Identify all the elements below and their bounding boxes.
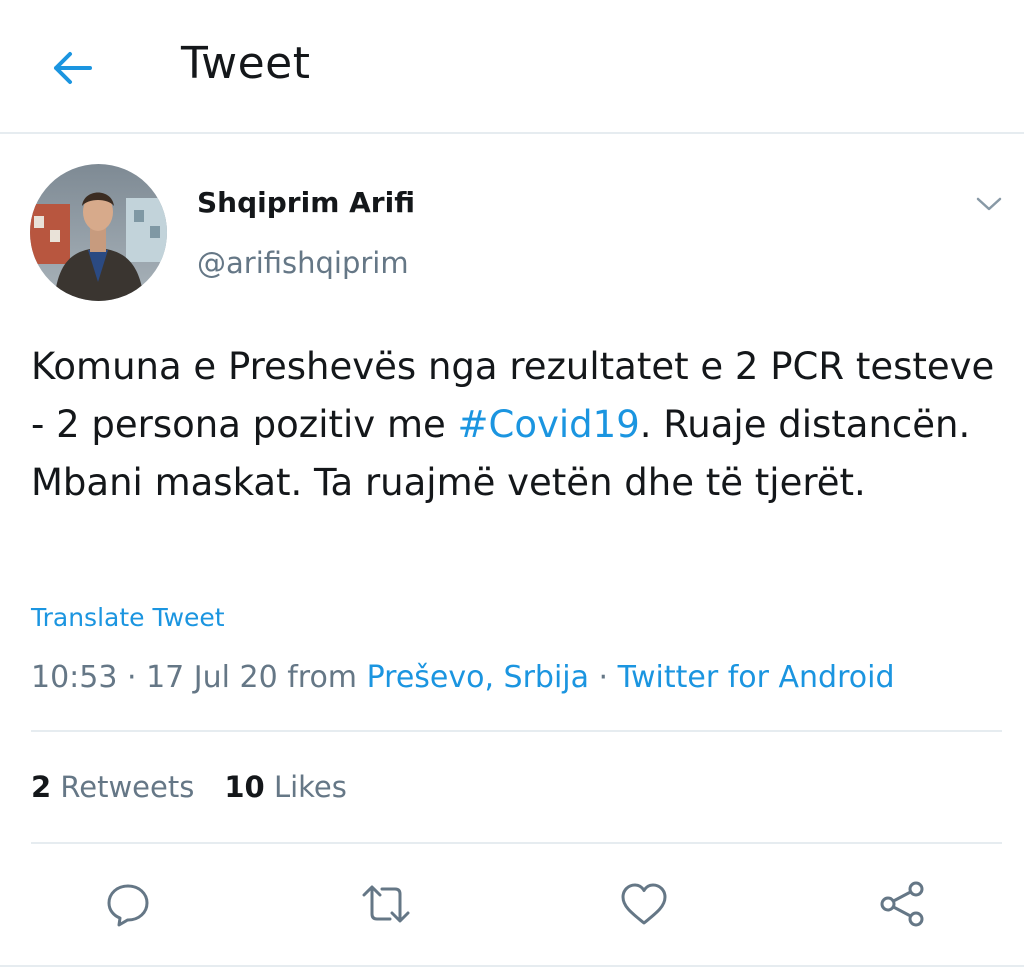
translate-tweet-link[interactable]: Translate Tweet — [31, 603, 225, 632]
hashtag-link[interactable]: #Covid19 — [458, 403, 640, 446]
tweet-timestamp: 10:53 · 17 Jul 20 from — [31, 660, 367, 695]
reply-button[interactable] — [102, 878, 154, 930]
tweet-stats: 2 Retweets 10 Likes — [31, 770, 347, 804]
share-button[interactable] — [876, 878, 928, 930]
page-title: Tweet — [181, 38, 311, 89]
tweet-options-button[interactable] — [968, 186, 1010, 222]
retweets-stat[interactable]: 2 Retweets — [31, 770, 194, 804]
chevron-down-icon — [976, 197, 1002, 211]
retweet-icon — [362, 885, 410, 923]
meta-separator: · — [589, 660, 618, 695]
avatar-image — [30, 164, 167, 301]
like-button[interactable] — [618, 878, 670, 930]
location-link[interactable]: Preševo, Srbija — [367, 660, 589, 695]
divider — [31, 842, 1002, 844]
author-display-name[interactable]: Shqiprim Arifi — [197, 186, 415, 219]
tweet-meta: 10:53 · 17 Jul 20 from Preševo, Srbija ·… — [31, 660, 894, 695]
likes-stat[interactable]: 10 Likes — [224, 770, 347, 804]
app-header: Tweet — [0, 0, 1024, 134]
divider — [31, 730, 1002, 732]
reply-icon — [107, 884, 149, 927]
author-handle[interactable]: @arifishqiprim — [197, 246, 409, 280]
likes-count: 10 — [224, 770, 265, 804]
heart-icon — [621, 883, 667, 925]
likes-label: Likes — [273, 770, 347, 804]
share-icon — [880, 881, 924, 927]
retweets-count: 2 — [31, 770, 52, 804]
retweet-button[interactable] — [360, 878, 412, 930]
tweet-text: Komuna e Preshevës nga rezultatet e 2 PC… — [31, 338, 1001, 512]
source-link[interactable]: Twitter for Android — [618, 660, 895, 695]
arrow-left-icon — [54, 52, 92, 84]
divider — [0, 965, 1024, 967]
back-button[interactable] — [44, 40, 100, 96]
retweets-label: Retweets — [60, 770, 195, 804]
avatar[interactable] — [30, 164, 167, 301]
